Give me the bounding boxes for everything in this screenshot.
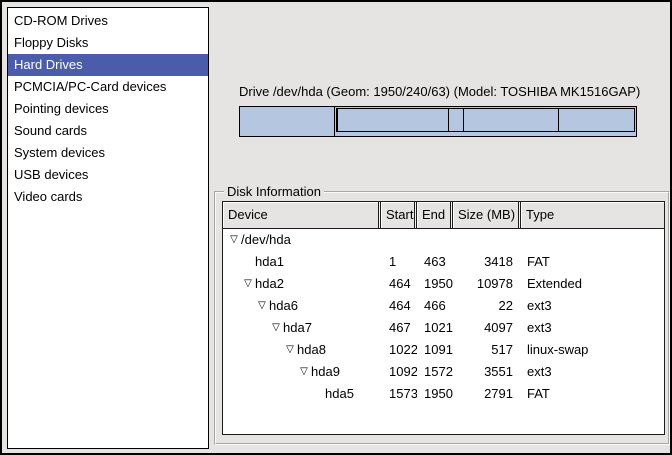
- table-row-hda1[interactable]: hda1 14633418FAT: [223, 251, 664, 273]
- expander-icon[interactable]: ▽: [255, 295, 269, 317]
- cell-device: ▽/dev/hda: [223, 229, 381, 251]
- cell-end: 466: [417, 295, 453, 317]
- cell-start: 1022: [381, 339, 417, 361]
- sidebar-item-sound-cards[interactable]: Sound cards: [8, 120, 208, 142]
- partition-segment-hda9: [463, 109, 559, 131]
- cell-device: hda1: [223, 251, 381, 273]
- expander-icon[interactable]: ▽: [297, 361, 311, 383]
- sidebar-item-usb-devices[interactable]: USB devices: [8, 164, 208, 186]
- device-category-list: CD-ROM DrivesFloppy DisksHard DrivesPCMC…: [7, 7, 209, 449]
- cell-start: 464: [381, 295, 417, 317]
- cell-type: Extended: [521, 273, 664, 295]
- cell-type: FAT: [521, 251, 664, 273]
- cell-type: linux-swap: [521, 339, 664, 361]
- table-row-hda9[interactable]: ▽hda9109215723551ext3: [223, 361, 664, 383]
- cell-device: ▽hda9: [223, 361, 381, 383]
- sidebar-item-pcmcia-pc-card-devices[interactable]: PCMCIA/PC-Card devices: [8, 76, 208, 98]
- tree-indent: [223, 339, 283, 361]
- cell-end: 1021: [417, 317, 453, 339]
- cell-type: [521, 229, 664, 251]
- sidebar-item-pointing-devices[interactable]: Pointing devices: [8, 98, 208, 120]
- cell-start: 1092: [381, 361, 417, 383]
- partition-bar: [239, 106, 637, 137]
- hardware-browser-window: { "window": { "bg": "#e6e4e2", "border":…: [0, 0, 672, 455]
- cell-end: 463: [417, 251, 453, 273]
- cell-start: [381, 229, 417, 251]
- partition-segment-hda8: [448, 109, 463, 131]
- expander-icon[interactable]: ▽: [283, 339, 297, 361]
- cell-start: 1: [381, 251, 417, 273]
- partition-segment-hda7: [337, 109, 447, 131]
- cell-end: 1091: [417, 339, 453, 361]
- column-header-end[interactable]: End: [417, 202, 453, 228]
- cell-start: 1573: [381, 383, 417, 405]
- cell-type: ext3: [521, 295, 664, 317]
- disk-table-header: Device Start End Size (MB) Type: [223, 202, 664, 229]
- table-row-hda8[interactable]: ▽hda810221091517linux-swap: [223, 339, 664, 361]
- device-label: hda2: [255, 273, 284, 295]
- tree-indent: [223, 383, 311, 405]
- disk-table: Device Start End Size (MB) Type ▽/dev/hd…: [222, 201, 665, 435]
- sidebar-item-video-cards[interactable]: Video cards: [8, 186, 208, 208]
- disk-information-groupbox: Disk Information Device Start End Size (…: [214, 184, 670, 445]
- device-label: hda1: [255, 251, 284, 273]
- cell-size: 517: [453, 339, 521, 361]
- cell-end: 1572: [417, 361, 453, 383]
- table-row-hda7[interactable]: ▽hda746710214097ext3: [223, 317, 664, 339]
- sidebar-item-cd-rom-drives[interactable]: CD-ROM Drives: [8, 10, 208, 32]
- drive-title: Drive /dev/hda (Geom: 1950/240/63) (Mode…: [239, 84, 640, 99]
- cell-size: 10978: [453, 273, 521, 295]
- tree-indent: [223, 317, 269, 339]
- partition-extended-hda2: [335, 107, 636, 136]
- cell-device: hda5: [223, 383, 381, 405]
- table-row-hda2[interactable]: ▽hda2464195010978Extended: [223, 273, 664, 295]
- cell-type: ext3: [521, 317, 664, 339]
- cell-end: 1950: [417, 273, 453, 295]
- cell-size: 2791: [453, 383, 521, 405]
- device-label: hda6: [269, 295, 298, 317]
- column-header-type[interactable]: Type: [521, 202, 664, 228]
- sidebar-item-floppy-disks[interactable]: Floppy Disks: [8, 32, 208, 54]
- cell-size: [453, 229, 521, 251]
- sidebar-item-system-devices[interactable]: System devices: [8, 142, 208, 164]
- sidebar-item-hard-drives[interactable]: Hard Drives: [8, 54, 208, 76]
- tree-indent: [223, 251, 241, 273]
- table-row-hda5[interactable]: hda5 157319502791FAT: [223, 383, 664, 405]
- column-header-start[interactable]: Start: [381, 202, 417, 228]
- device-label: hda7: [283, 317, 312, 339]
- cell-device: ▽hda7: [223, 317, 381, 339]
- table-row--dev-hda[interactable]: ▽/dev/hda: [223, 229, 664, 251]
- device-label: hda5: [325, 383, 354, 405]
- expander-icon[interactable]: ▽: [227, 229, 241, 251]
- cell-type: FAT: [521, 383, 664, 405]
- cell-device: ▽hda2: [223, 273, 381, 295]
- partition-segment-hda5: [558, 109, 634, 131]
- partition-segment-hda1: [240, 107, 335, 136]
- logical-partitions: [336, 108, 635, 132]
- device-label: hda9: [311, 361, 340, 383]
- column-header-size[interactable]: Size (MB): [453, 202, 521, 228]
- cell-size: 3551: [453, 361, 521, 383]
- groupbox-title: Disk Information: [224, 184, 324, 199]
- disk-table-body: ▽/dev/hdahda114633418FAT▽hda246419501097…: [223, 229, 664, 405]
- cell-size: 4097: [453, 317, 521, 339]
- tree-indent: [223, 295, 255, 317]
- cell-device: ▽hda6: [223, 295, 381, 317]
- cell-start: 464: [381, 273, 417, 295]
- cell-type: ext3: [521, 361, 664, 383]
- cell-device: ▽hda8: [223, 339, 381, 361]
- tree-indent: [223, 273, 241, 295]
- table-row-hda6[interactable]: ▽hda646446622ext3: [223, 295, 664, 317]
- cell-size: 22: [453, 295, 521, 317]
- cell-end: 1950: [417, 383, 453, 405]
- expander-icon[interactable]: ▽: [241, 273, 255, 295]
- device-label: /dev/hda: [241, 229, 291, 251]
- device-label: hda8: [297, 339, 326, 361]
- column-header-device[interactable]: Device: [223, 202, 381, 228]
- cell-size: 3418: [453, 251, 521, 273]
- expander-icon[interactable]: ▽: [269, 317, 283, 339]
- cell-end: [417, 229, 453, 251]
- cell-start: 467: [381, 317, 417, 339]
- tree-indent: [223, 361, 297, 383]
